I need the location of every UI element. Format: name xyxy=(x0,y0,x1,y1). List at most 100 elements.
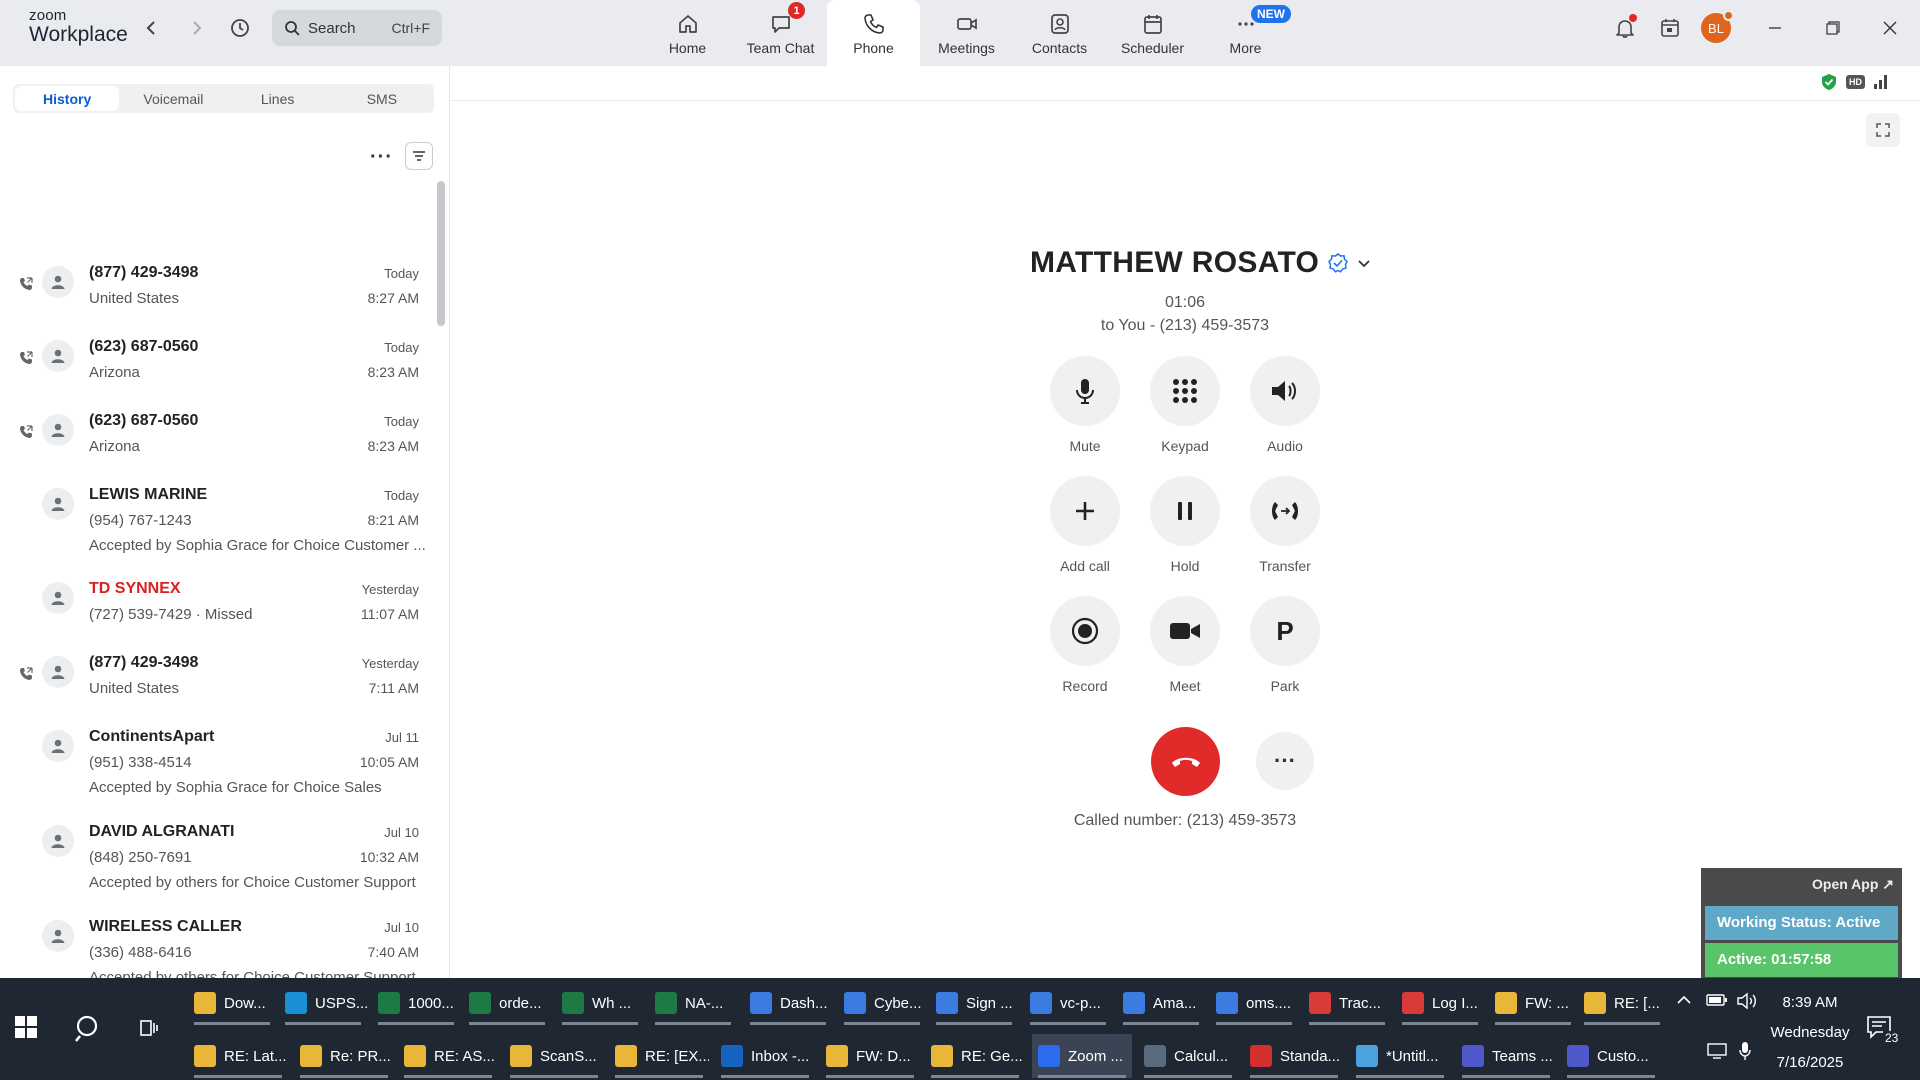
home-icon xyxy=(678,15,697,33)
windows-start-icon[interactable] xyxy=(14,1015,38,1044)
taskbar-button[interactable]: RE: Lat... xyxy=(188,1034,288,1078)
open-app-link[interactable]: Open App ↗ xyxy=(1812,876,1894,893)
end-call-button[interactable] xyxy=(1151,727,1220,796)
taskbar-button[interactable]: Log I... xyxy=(1396,981,1484,1025)
taskbar-search-icon[interactable] xyxy=(74,1014,104,1049)
history-scrollbar[interactable] xyxy=(437,181,445,326)
nav-team-chat[interactable]: Team Chat 1 xyxy=(734,0,827,66)
history-more-icon[interactable]: ··· xyxy=(370,146,393,169)
back-arrow-icon[interactable] xyxy=(137,14,165,42)
call-history-item[interactable]: (877) 429-3498 United States Yesterday 7:11… xyxy=(0,651,436,721)
taskbar-button[interactable]: Re: PR... xyxy=(294,1034,394,1078)
call-history-item[interactable]: (877) 429-3498 United States Today 8:27 AM xyxy=(0,261,436,331)
taskbar-button[interactable]: Inbox -... xyxy=(715,1034,815,1078)
taskbar-button[interactable]: RE: AS... xyxy=(398,1034,498,1078)
call-history-item[interactable]: LEWIS MARINE (954) 767-1243 Accepted by So… xyxy=(0,483,436,573)
taskbar-button[interactable]: Sign ... xyxy=(930,981,1018,1025)
transfer-button[interactable]: Transfer xyxy=(1235,476,1335,574)
taskbar-button[interactable]: ScanS... xyxy=(504,1034,604,1078)
minimize-icon[interactable] xyxy=(1760,14,1790,42)
mute-button[interactable]: Mute xyxy=(1035,356,1135,454)
task-view-icon[interactable] xyxy=(137,1016,161,1045)
nav-scheduler[interactable]: Scheduler xyxy=(1106,0,1199,66)
call-history-item[interactable]: ContinentsApart (951) 338-4514 Accepted by… xyxy=(0,725,436,815)
notifications-bell-icon[interactable] xyxy=(1611,14,1639,42)
person-icon xyxy=(51,591,65,605)
chevron-up-icon[interactable] xyxy=(1676,992,1692,1013)
nav-home[interactable]: Home xyxy=(641,0,734,66)
close-icon[interactable] xyxy=(1875,14,1905,42)
taskbar-button[interactable]: vc-p... xyxy=(1024,981,1112,1025)
restore-icon[interactable] xyxy=(1818,14,1848,42)
person-icon xyxy=(51,739,65,753)
taskbar-button[interactable]: Cybe... xyxy=(838,981,926,1025)
taskbar-button[interactable]: RE: [EX... xyxy=(609,1034,709,1078)
taskbar-button-label: RE: AS... xyxy=(434,1047,495,1065)
tab-sms[interactable]: SMS xyxy=(330,84,434,113)
phone-tabs: History Voicemail Lines SMS xyxy=(13,84,434,113)
taskbar-button[interactable]: Zoom ... xyxy=(1032,1034,1132,1078)
microphone-tray-icon[interactable] xyxy=(1738,1041,1752,1066)
taskbar-button[interactable]: USPS... xyxy=(279,981,367,1025)
taskbar-button[interactable]: Dow... xyxy=(188,981,276,1025)
expand-window-button[interactable] xyxy=(1866,113,1900,147)
nav-phone[interactable]: Phone xyxy=(827,0,920,66)
taskbar-button[interactable]: oms.... xyxy=(1210,981,1298,1025)
keypad-button[interactable]: Keypad xyxy=(1135,356,1235,454)
taskbar-button[interactable]: Custo... xyxy=(1561,1034,1661,1078)
add-call-button[interactable]: Add call xyxy=(1035,476,1135,574)
audio-button[interactable]: Audio xyxy=(1235,356,1335,454)
taskbar-button[interactable]: RE: Ge... xyxy=(925,1034,1025,1078)
taskbar-button[interactable]: Teams ... xyxy=(1456,1034,1556,1078)
battery-icon[interactable] xyxy=(1706,992,1728,1013)
network-icon[interactable] xyxy=(1706,1042,1728,1065)
call-history-item[interactable]: (623) 687-0560 Arizona Today 8:23 AM xyxy=(0,335,436,405)
taskbar-button[interactable]: NA-... xyxy=(649,981,737,1025)
taskbar-button-label: ScanS... xyxy=(540,1047,597,1065)
hold-button[interactable]: Hold xyxy=(1135,476,1235,574)
taskbar-button[interactable]: Standa... xyxy=(1244,1034,1344,1078)
transfer-icon xyxy=(1272,502,1298,520)
park-icon: P xyxy=(1276,615,1294,646)
teams-icon xyxy=(1462,1045,1484,1067)
chevron-down-icon[interactable] xyxy=(1357,256,1371,270)
taskbar-button[interactable]: *Untitl... xyxy=(1350,1034,1450,1078)
user-avatar[interactable]: BL xyxy=(1701,10,1734,43)
search-input[interactable]: Search Ctrl+F xyxy=(272,10,442,46)
system-clock[interactable]: 8:39 AM Wednesday 7/16/2025 xyxy=(1760,988,1860,1078)
park-button[interactable]: P Park xyxy=(1235,596,1335,694)
volume-icon[interactable] xyxy=(1736,992,1758,1015)
call-history-item[interactable]: TD SYNNEX (727) 539-7429 · Missed Yesterda… xyxy=(0,577,436,647)
taskbar-button[interactable]: Calcul... xyxy=(1138,1034,1238,1078)
taskbar-button[interactable]: FW: D... xyxy=(820,1034,920,1078)
calendar-status-icon[interactable] xyxy=(1656,14,1684,42)
call-history-item[interactable]: DAVID ALGRANATI (848) 250-7691 Accepted by… xyxy=(0,820,436,910)
taskbar-button[interactable]: Trac... xyxy=(1303,981,1391,1025)
forward-arrow-icon[interactable] xyxy=(183,14,211,42)
filter-button[interactable] xyxy=(405,142,433,170)
taskbar-running-indicator xyxy=(1402,1022,1478,1025)
call-history-item[interactable]: (623) 687-0560 Arizona Today 8:23 AM xyxy=(0,409,436,479)
tab-lines[interactable]: Lines xyxy=(226,84,330,113)
taskbar-button[interactable]: Wh ... xyxy=(556,981,644,1025)
working-status[interactable]: Working Status: Active xyxy=(1705,906,1898,940)
taskbar-button[interactable]: Ama... xyxy=(1117,981,1205,1025)
tab-history[interactable]: History xyxy=(15,86,120,111)
nav-contacts[interactable]: Contacts xyxy=(1013,0,1106,66)
incoming-call-icon xyxy=(19,425,33,444)
taskbar-button[interactable]: Dash... xyxy=(744,981,832,1025)
history-clock-icon[interactable] xyxy=(226,14,254,42)
nav-more[interactable]: More NEW xyxy=(1199,0,1292,66)
meet-button[interactable]: Meet xyxy=(1135,596,1235,694)
record-button[interactable]: Record xyxy=(1035,596,1135,694)
taskbar-button[interactable]: RE: [... xyxy=(1578,981,1666,1025)
search-placeholder: Search xyxy=(308,19,356,37)
taskbar-button[interactable]: 1000... xyxy=(372,981,460,1025)
active-timer: Active: 01:57:58 xyxy=(1705,943,1898,977)
taskbar-button[interactable]: FW: ... xyxy=(1489,981,1577,1025)
tab-voicemail[interactable]: Voicemail xyxy=(121,84,225,113)
taskbar-button[interactable]: orde... xyxy=(463,981,551,1025)
more-options-button[interactable]: ··· xyxy=(1256,732,1314,790)
nav-meetings[interactable]: Meetings xyxy=(920,0,1013,66)
taskbar-button-label: vc-p... xyxy=(1060,994,1101,1012)
